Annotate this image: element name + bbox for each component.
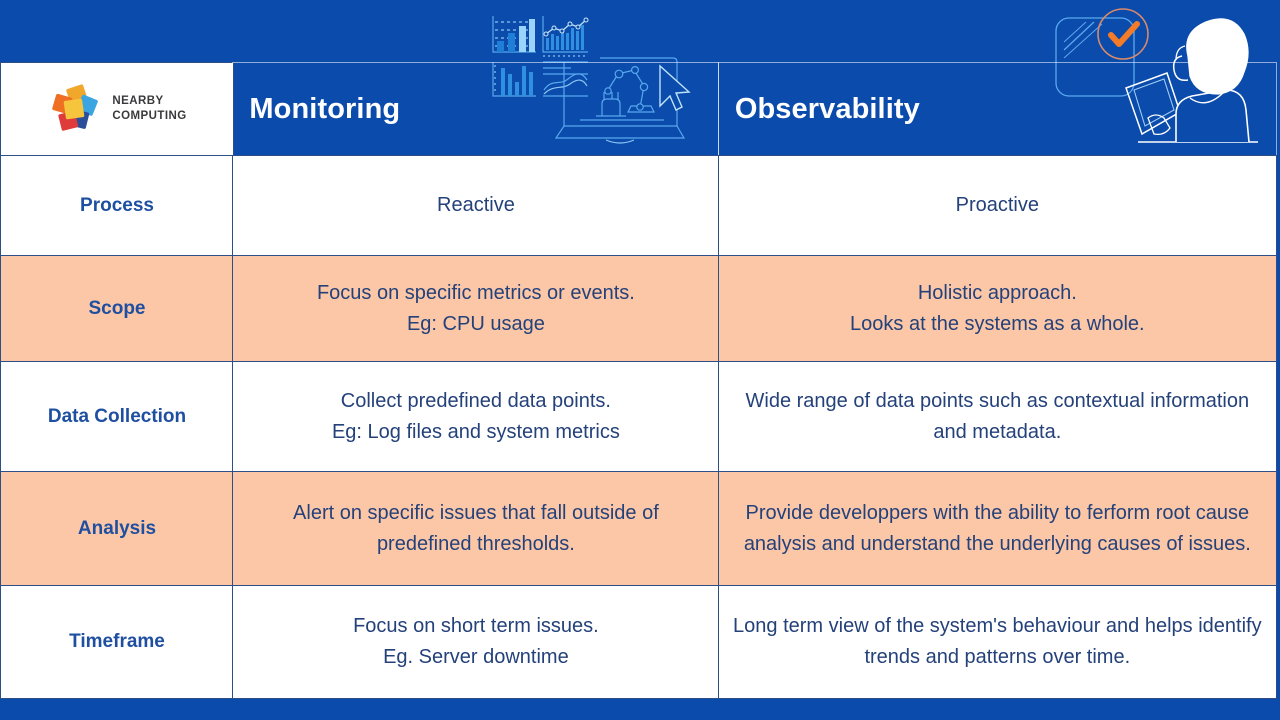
table-row: Analysis Alert on specific issues that f… [0, 471, 1280, 587]
brand-name-line2: COMPUTING [112, 110, 187, 123]
table-header-row: NEARBY COMPUTING Monitoring Observability [0, 62, 1280, 157]
slide-root: NEARBY COMPUTING Monitoring Observability… [0, 0, 1280, 720]
row-monitoring-value: Collect predefined data points. Eg: Log f… [331, 389, 620, 443]
row-label: Timeframe [69, 630, 165, 652]
row-observability-value: Proactive [955, 194, 1039, 217]
row-observability-cell: Holistic approach. Looks at the systems a… [717, 255, 1277, 363]
row-label-cell: Data Collection [0, 361, 234, 473]
row-monitoring-cell: Focus on short term issues. Eg. Server do… [232, 585, 720, 699]
row-observability-cell: Wide range of data points such as contex… [717, 361, 1277, 473]
table-row: Scope Focus on specific metrics or event… [0, 255, 1280, 363]
brand-logo-cell: NEARBY COMPUTING [0, 62, 234, 157]
column-header-observability: Observability [717, 62, 1277, 157]
row-label-cell: Analysis [0, 471, 234, 587]
row-observability-value: Holistic approach. Looks at the systems a… [850, 281, 1145, 335]
row-label: Data Collection [47, 405, 187, 427]
row-observability-cell: Proactive [717, 155, 1277, 257]
table-row: Timeframe Focus on short term issues. Eg.… [0, 585, 1280, 699]
brand-name-line1: NEARBY [112, 94, 164, 107]
row-monitoring-cell: Collect predefined data points. Eg: Log f… [232, 361, 720, 473]
row-label: Analysis [77, 517, 157, 539]
column-header-monitoring-label: Monitoring [249, 92, 401, 125]
table-row: Process Reactive Proactive [0, 155, 1280, 257]
row-observability-value: Long term view of the system's behaviour… [733, 614, 1262, 668]
row-label: Scope [88, 297, 146, 319]
row-monitoring-cell: Alert on specific issues that fall outsi… [232, 471, 720, 587]
brand-name: NEARBY COMPUTING [112, 94, 186, 125]
row-monitoring-value: Alert on specific issues that fall outsi… [293, 501, 659, 555]
comparison-table: NEARBY COMPUTING Monitoring Observability… [0, 62, 1280, 699]
column-header-observability-label: Observability [734, 92, 920, 125]
row-observability-cell: Long term view of the system's behaviour… [717, 585, 1277, 699]
row-label-cell: Process [0, 155, 234, 257]
row-monitoring-cell: Focus on specific metrics or events. Eg: … [232, 255, 720, 363]
table-row: Data Collection Collect predefined data … [0, 361, 1280, 473]
row-observability-value: Provide developpers with the ability to … [743, 501, 1251, 555]
nearby-computing-pinwheel-logo-icon [47, 82, 101, 136]
row-label: Process [80, 194, 154, 216]
row-label-cell: Timeframe [0, 585, 234, 699]
row-monitoring-value: Focus on specific metrics or events. Eg: … [316, 281, 635, 335]
row-monitoring-value: Reactive [437, 194, 515, 217]
row-monitoring-cell: Reactive [232, 155, 720, 257]
row-observability-value: Wide range of data points such as contex… [745, 389, 1250, 443]
row-label-cell: Scope [0, 255, 234, 363]
row-observability-cell: Provide developpers with the ability to … [717, 471, 1277, 587]
row-monitoring-value: Focus on short term issues. Eg. Server do… [353, 614, 599, 668]
column-header-monitoring: Monitoring [232, 62, 720, 157]
